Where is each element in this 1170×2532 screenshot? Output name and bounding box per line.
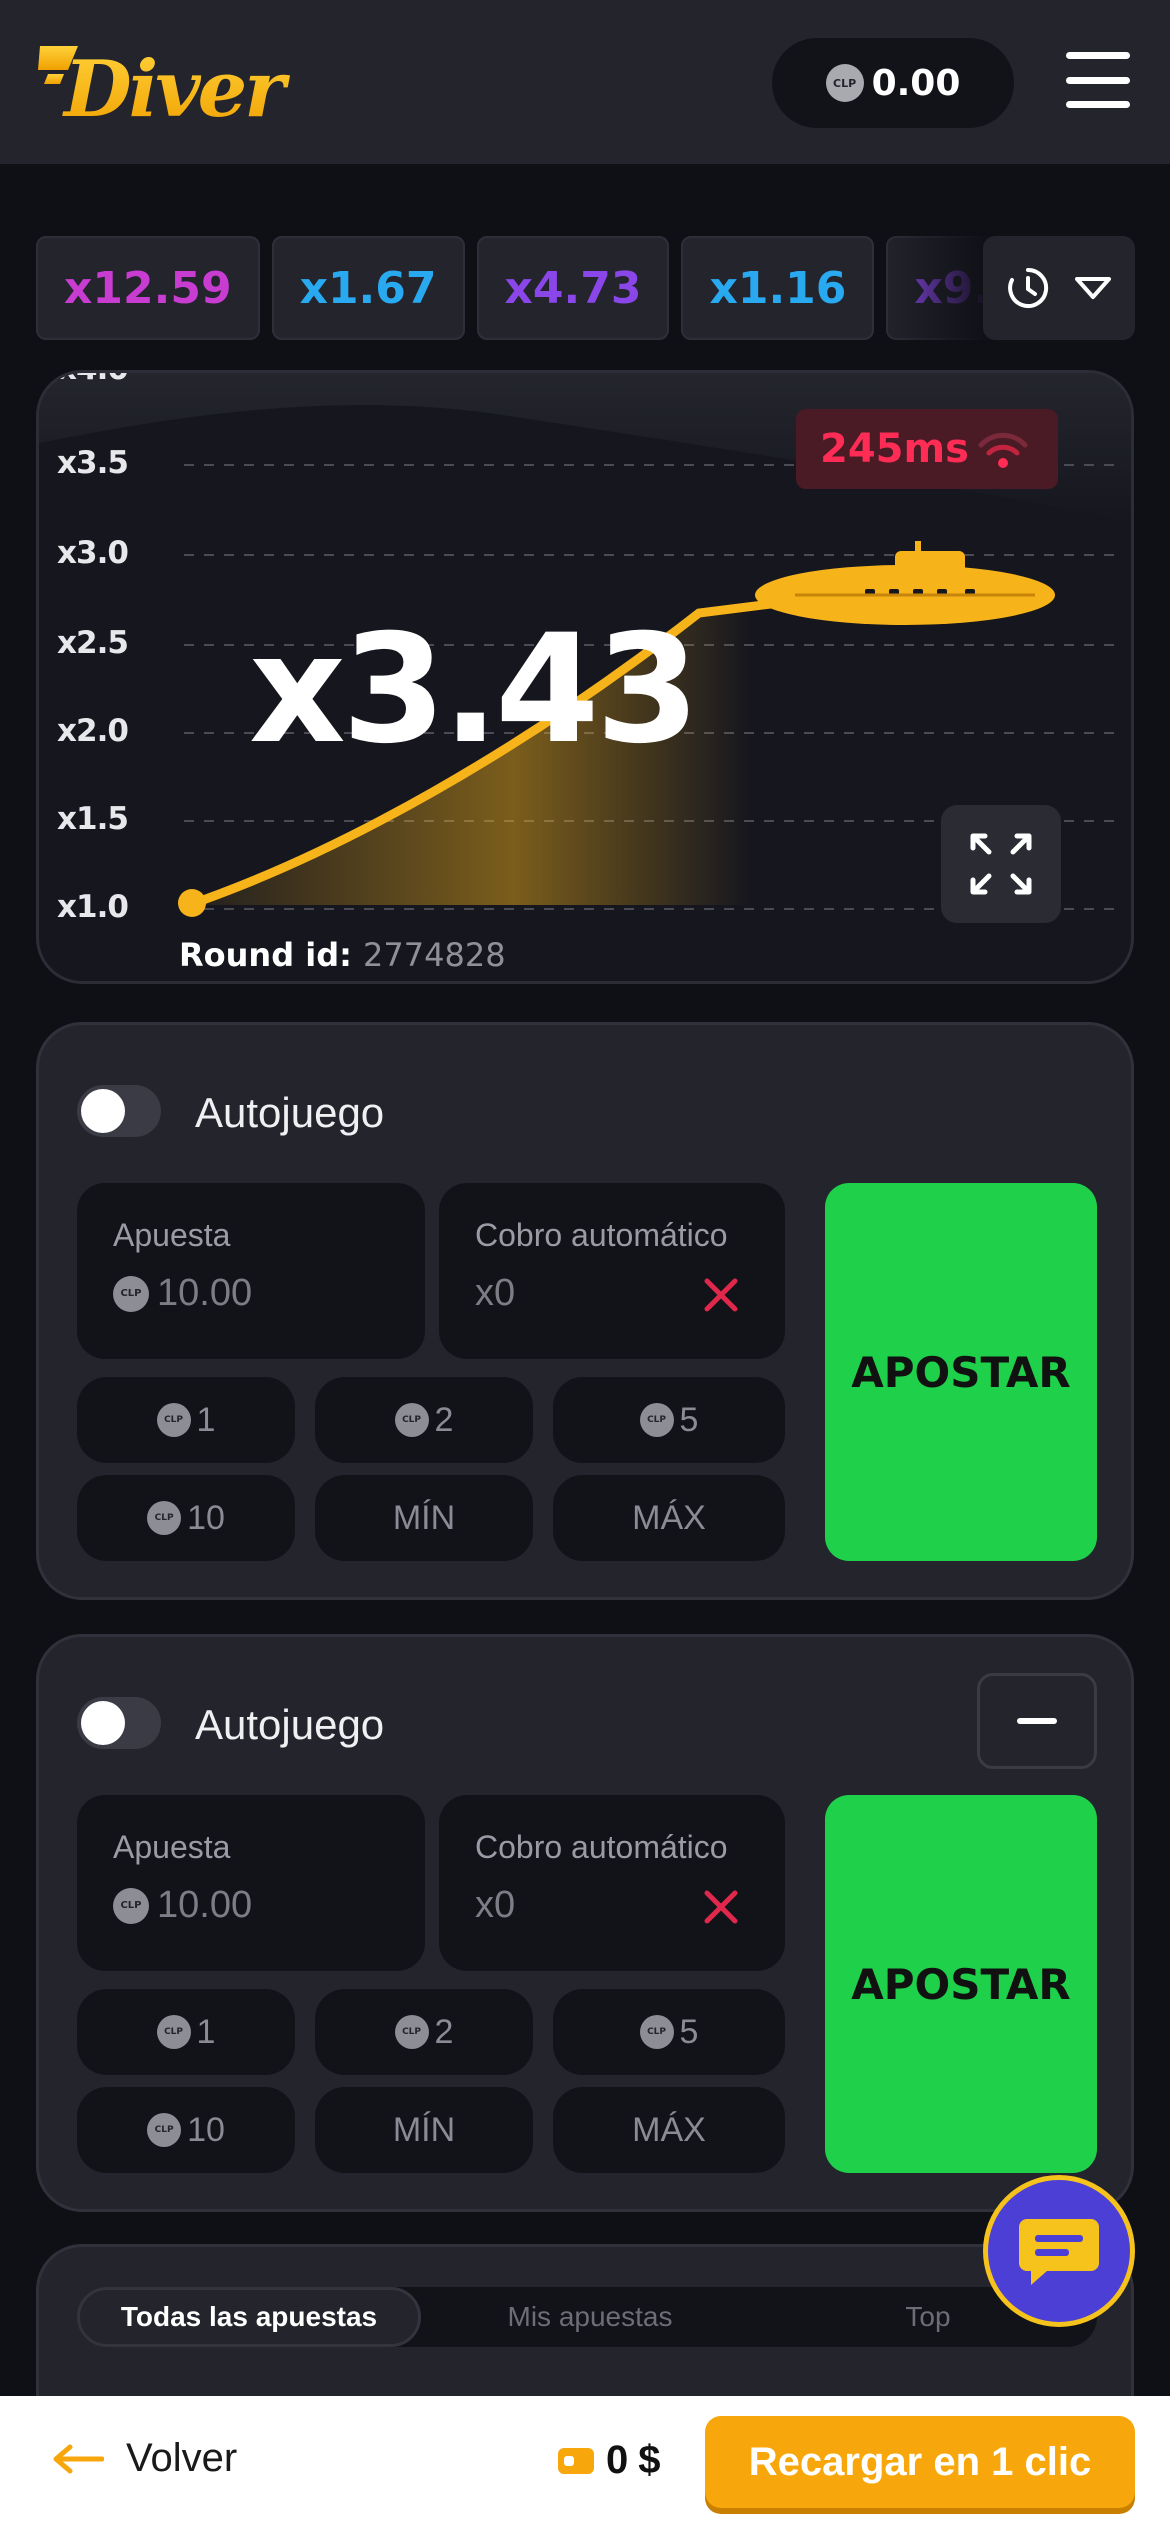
round-id-value: 2774828	[363, 936, 506, 974]
round-id-label: Round id:	[179, 936, 352, 974]
autoplay-label: Autojuego	[195, 1089, 385, 1136]
expand-icon	[970, 833, 1032, 895]
quick-bet-1[interactable]: CLP 1	[77, 1989, 295, 2075]
max-bet-button[interactable]: MÁX	[553, 2087, 785, 2173]
bet-panel-2: Autojuego Apuesta CLP 10.00 Cobro automá…	[36, 1634, 1134, 2212]
current-multiplier: x3.43	[249, 603, 700, 777]
clp-coin-icon: CLP	[156, 1403, 191, 1437]
quick-bet-2[interactable]: CLP 2	[315, 1377, 533, 1463]
clp-coin-icon: CLP	[639, 1403, 674, 1437]
bottom-bar: Volver 0 $ Recargar en 1 clic	[0, 2396, 1170, 2532]
place-bet-button[interactable]: APOSTAR	[825, 1183, 1097, 1561]
y-axis-label: x2.5	[57, 625, 129, 661]
bet-panel-1: Autojuego Apuesta CLP 10.00 Cobro automá…	[36, 1022, 1134, 1600]
y-axis-label: x2.0	[57, 713, 129, 749]
autoplay-label: Autojuego	[195, 1701, 385, 1748]
clp-coin-icon: CLP	[147, 1501, 182, 1535]
quick-bet-2[interactable]: CLP 2	[315, 1989, 533, 2075]
ping-value: 245ms	[820, 426, 969, 472]
round-id: Round id: 2774828	[179, 936, 506, 974]
clock-icon	[1008, 267, 1049, 308]
fullscreen-button[interactable]	[941, 805, 1061, 923]
clp-coin-icon: CLP	[394, 2015, 429, 2049]
clear-icon[interactable]	[701, 1887, 741, 1927]
auto-cashout-label: Cobro automático	[475, 1217, 728, 1253]
clp-coin-icon: CLP	[394, 1403, 429, 1437]
place-bet-button[interactable]: APOSTAR	[825, 1795, 1097, 2173]
chat-button[interactable]	[983, 2175, 1135, 2327]
hamburger-menu-icon[interactable]	[1066, 52, 1130, 108]
history-multiplier-chip[interactable]: x12.59	[36, 236, 260, 340]
tab-all-bets[interactable]: Todas las apuestas	[77, 2287, 421, 2347]
auto-cashout-value: x0	[475, 1272, 516, 1314]
quick-bet-1[interactable]: CLP 1	[77, 1377, 295, 1463]
logo-text: Diver	[62, 44, 290, 126]
y-axis-label: x3.0	[57, 535, 129, 571]
history-fade	[880, 236, 990, 340]
arrow-left-icon	[53, 2444, 104, 2473]
bets-tabs: Todas las apuestas Mis apuestas Top	[77, 2287, 1097, 2347]
max-bet-button[interactable]: MÁX	[553, 1475, 785, 1561]
bet-amount-value: 10.00	[157, 1884, 253, 1926]
ping-badge: 245ms	[796, 409, 1058, 489]
min-bet-button[interactable]: MÍN	[315, 2087, 533, 2173]
history-multiplier-chip[interactable]: x1.16	[681, 236, 875, 340]
min-bet-button[interactable]: MÍN	[315, 1475, 533, 1561]
back-label: Volver	[126, 2436, 238, 2480]
multiplier-history: x12.59x1.67x4.73x1.16x9.5	[36, 236, 986, 340]
chevron-down-icon	[1075, 277, 1111, 299]
clear-icon[interactable]	[701, 1275, 741, 1315]
bet-amount-label: Apuesta	[113, 1217, 231, 1253]
y-axis-label: x1.5	[57, 801, 129, 837]
wallet-amount: 0	[606, 2438, 629, 2482]
balance-display[interactable]: CLP 0.00	[772, 38, 1014, 128]
autoplay-toggle[interactable]	[77, 1085, 161, 1137]
quick-bet-5[interactable]: CLP 5	[553, 1989, 785, 2075]
quick-bet-10[interactable]: CLP 10	[77, 2087, 295, 2173]
autoplay-toggle[interactable]	[77, 1697, 161, 1749]
clp-coin-icon: CLP	[113, 1275, 149, 1312]
remove-panel-button[interactable]	[977, 1673, 1097, 1769]
submarine-icon	[755, 541, 1055, 625]
bet-amount-label: Apuesta	[113, 1829, 231, 1865]
history-multiplier-chip[interactable]: x1.67	[271, 236, 465, 340]
clp-coin-icon: CLP	[156, 2015, 191, 2049]
recharge-button[interactable]: Recargar en 1 clic	[705, 2416, 1135, 2508]
signal-icon	[978, 432, 1028, 468]
clp-coin-icon: CLP	[825, 64, 864, 102]
quick-bet-10[interactable]: CLP 10	[77, 1475, 295, 1561]
wallet-currency: $	[638, 2438, 661, 2482]
y-axis-label: x4.0	[57, 373, 129, 387]
clp-coin-icon: CLP	[113, 1887, 149, 1924]
y-axis-label: x1.0	[57, 889, 129, 925]
history-multiplier-chip[interactable]: x4.73	[476, 236, 670, 340]
chat-icon	[1019, 2219, 1099, 2285]
diver-logo[interactable]: Diver	[38, 40, 318, 126]
clp-coin-icon: CLP	[147, 2113, 182, 2147]
quick-bet-5[interactable]: CLP 5	[553, 1377, 785, 1463]
game-canvas: x4.0 x3.5 x3.0 x2.5 x2.0 x1.5 x1.0 x3.43 245ms…	[36, 370, 1134, 984]
minus-icon	[1017, 1718, 1057, 1724]
balance-value: 0.00	[871, 62, 961, 104]
clp-coin-icon: CLP	[639, 2015, 674, 2049]
auto-cashout-value: x0	[475, 1884, 516, 1926]
y-axis-label: x3.5	[57, 445, 129, 481]
auto-cashout-label: Cobro automático	[475, 1829, 728, 1865]
wallet-icon	[558, 2447, 594, 2474]
bet-amount-field[interactable]: Apuesta CLP 10.00	[77, 1795, 425, 1971]
top-header: Diver CLP 0.00	[0, 0, 1170, 164]
wallet-display: 0 $	[556, 2438, 661, 2483]
bet-amount-value: 10.00	[157, 1272, 253, 1314]
back-button[interactable]: Volver	[52, 2436, 237, 2481]
bet-amount-field[interactable]: Apuesta CLP 10.00	[77, 1183, 425, 1359]
history-toggle-button[interactable]	[983, 236, 1135, 340]
auto-cashout-field[interactable]: Cobro automático x0	[439, 1795, 785, 1971]
auto-cashout-field[interactable]: Cobro automático x0	[439, 1183, 785, 1359]
tab-my-bets[interactable]: Mis apuestas	[421, 2287, 759, 2347]
